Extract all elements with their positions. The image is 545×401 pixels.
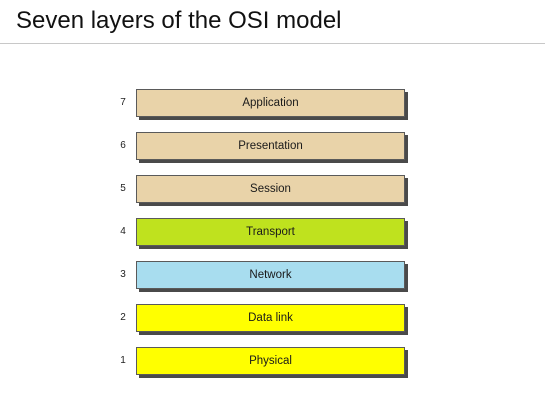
layer-row-network: 3 Network bbox=[115, 261, 415, 295]
layer-box-physical: Physical bbox=[136, 347, 405, 375]
osi-layer-stack: 7 Application 6 Presentation 5 Session 4… bbox=[0, 0, 545, 401]
layer-number: 3 bbox=[120, 269, 126, 280]
layer-number: 4 bbox=[120, 226, 126, 237]
layer-row-application: 7 Application bbox=[115, 89, 415, 123]
layer-box-session: Session bbox=[136, 175, 405, 203]
layer-number: 2 bbox=[120, 312, 126, 323]
layer-number: 6 bbox=[120, 140, 126, 151]
layer-box-data-link: Data link bbox=[136, 304, 405, 332]
layer-number: 1 bbox=[120, 355, 126, 366]
layer-box-presentation: Presentation bbox=[136, 132, 405, 160]
layer-row-session: 5 Session bbox=[115, 175, 415, 209]
layer-row-presentation: 6 Presentation bbox=[115, 132, 415, 166]
layer-box-network: Network bbox=[136, 261, 405, 289]
layer-number: 5 bbox=[120, 183, 126, 194]
layer-number: 7 bbox=[120, 97, 126, 108]
layer-row-data-link: 2 Data link bbox=[115, 304, 415, 338]
layer-row-transport: 4 Transport bbox=[115, 218, 415, 252]
layer-row-physical: 1 Physical bbox=[115, 347, 415, 381]
layer-box-transport: Transport bbox=[136, 218, 405, 246]
layer-box-application: Application bbox=[136, 89, 405, 117]
